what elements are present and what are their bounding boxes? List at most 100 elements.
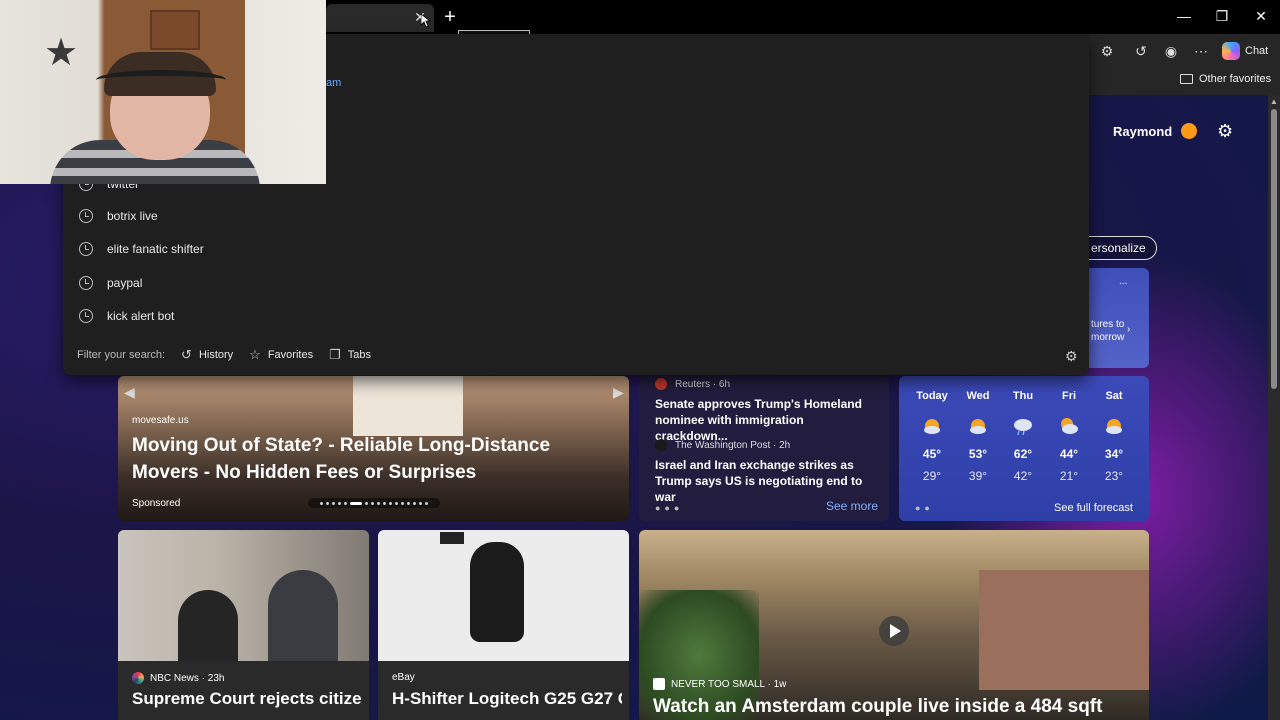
search-settings-icon[interactable]: ⚙ (1065, 348, 1078, 365)
forecast-low: 29° (922, 469, 942, 483)
wapo-logo-icon (655, 439, 667, 451)
forecast-low: 42° (1013, 469, 1033, 483)
news-source: Reuters · 6h (675, 378, 731, 390)
court-image (118, 530, 369, 661)
sun-cloud-icon (1061, 418, 1078, 434)
suggestion-item[interactable]: kick alert bot (79, 306, 174, 326)
page-settings-icon[interactable]: ⚙ (1217, 121, 1233, 142)
star-icon: ☆ (249, 347, 261, 362)
news-pager-dots[interactable]: ●●● (655, 503, 683, 513)
news-item[interactable]: Reuters · 6h Senate approves Trump's Hom… (655, 378, 877, 444)
profile-icon[interactable]: ◉ (1161, 41, 1181, 61)
history-icon[interactable]: ↺ (1131, 41, 1151, 61)
see-full-forecast-link[interactable]: See full forecast (1054, 502, 1133, 514)
forecast-day: Fri (1061, 390, 1077, 402)
carousel-next-icon[interactable]: ▶ (613, 384, 624, 401)
side-card-text: tures to morrow (1091, 319, 1125, 343)
hero-title[interactable]: Moving Out of State? - Reliable Long-Dis… (132, 432, 602, 486)
ntsm-logo-icon (653, 678, 665, 690)
news-card-court[interactable]: NBC News · 23h Supreme Court rejects cit… (118, 530, 369, 720)
filter-tabs-label: Tabs (347, 349, 371, 361)
copilot-icon (1222, 42, 1240, 60)
news-source: The Washington Post · 2h (675, 439, 791, 451)
extensions-icon[interactable]: ⚙ (1097, 41, 1117, 61)
see-more-link[interactable]: See more (826, 499, 878, 513)
news-item[interactable]: The Washington Post · 2h Israel and Iran… (655, 439, 877, 505)
suggestion-item[interactable]: paypal (79, 273, 142, 293)
other-favorites-button[interactable]: Other favorites (1180, 73, 1271, 85)
suggestion-label: paypal (107, 276, 143, 290)
profile-area[interactable]: Raymond (1113, 123, 1198, 139)
sponsored-label: Sponsored (132, 498, 181, 509)
suggestion-item[interactable]: elite fanatic shifter (79, 239, 204, 259)
page-scrollbar[interactable]: ▲ (1268, 95, 1280, 720)
forecast-day: Today (916, 390, 948, 402)
sponsored-hero-card[interactable]: ◀ ▶ movesafe.us Moving Out of State? - R… (118, 376, 629, 521)
tabs-icon: ❐ (329, 347, 341, 362)
card-title[interactable]: Supreme Court rejects citizen journalist… (132, 688, 362, 710)
filter-history-label: History (198, 349, 234, 361)
partly-sunny-icon (970, 419, 986, 434)
side-info-card[interactable]: ... tures to morrow › (1089, 268, 1149, 368)
rewards-orb-icon[interactable] (1181, 123, 1198, 139)
video-card-amsterdam[interactable]: NEVER TOO SMALL · 1w Watch an Amsterdam … (639, 530, 1149, 720)
chat-label: Chat (1245, 45, 1269, 57)
card-title[interactable]: Watch an Amsterdam couple live inside a … (653, 696, 1133, 718)
chevron-right-icon[interactable]: › (1127, 324, 1130, 335)
minimize-button[interactable]: — (1172, 6, 1196, 26)
suggestion-label: kick alert bot (107, 309, 175, 323)
card-source: NBC News · 23h (150, 672, 225, 684)
suggestion-item[interactable]: botrix live (79, 206, 158, 226)
maximize-button[interactable]: ❐ (1210, 6, 1234, 26)
webcam-overlay: ★ (0, 0, 326, 184)
folder-icon (1180, 74, 1193, 84)
play-icon[interactable] (879, 616, 909, 646)
nbc-logo-icon (132, 672, 144, 684)
weather-pager-dots[interactable]: ●● (915, 503, 934, 513)
forecast-low: 39° (968, 469, 988, 483)
history-icon (79, 242, 93, 256)
weather-forecast-card[interactable]: Today Wed Thu Fri Sat 45° 53° 62° 44° 34… (899, 376, 1149, 521)
forecast-high: 45° (922, 447, 942, 461)
forecast-high: 62° (1013, 447, 1033, 461)
close-window-button[interactable]: ✕ (1249, 6, 1273, 26)
news-title[interactable]: Senate approves Trump's Homeland nominee… (655, 396, 877, 444)
mouse-cursor-icon (421, 14, 431, 28)
forecast-high: 53° (968, 447, 988, 461)
carousel-dots[interactable] (308, 498, 440, 508)
forecast-high: 34° (1104, 447, 1124, 461)
hero-source: movesafe.us (132, 415, 189, 426)
shifter-image (378, 530, 629, 661)
filter-history-button[interactable]: ↺ History (181, 347, 233, 363)
search-filter-row: Filter your search: ↺ History ☆ Favorites … (77, 347, 371, 363)
more-icon[interactable]: ⋯ (1191, 41, 1211, 61)
history-icon (79, 309, 93, 323)
history-icon (79, 276, 93, 290)
new-tab-button[interactable]: + (440, 7, 460, 27)
other-favorites-label: Other favorites (1199, 73, 1272, 85)
filter-tabs-button[interactable]: ❐ Tabs (329, 347, 371, 363)
scroll-up-icon[interactable]: ▲ (1270, 97, 1278, 106)
filter-favorites-button[interactable]: ☆ Favorites (249, 347, 313, 363)
scrollbar-thumb[interactable] (1271, 109, 1277, 389)
card-source: NEVER TOO SMALL · 1w (671, 678, 787, 690)
partial-suggestion-text[interactable]: am (326, 77, 341, 89)
partly-sunny-icon (924, 419, 940, 434)
shopping-card-ebay[interactable]: eBay H-Shifter Logitech G25 G27 G29 Fana… (378, 530, 629, 720)
forecast-low: 21° (1059, 469, 1079, 483)
top-stories-card: Reuters · 6h Senate approves Trump's Hom… (639, 376, 889, 521)
carousel-prev-icon[interactable]: ◀ (124, 384, 135, 401)
forecast-day: Wed (966, 390, 990, 402)
news-title[interactable]: Israel and Iran exchange strikes as Trum… (655, 457, 877, 505)
rain-cloud-icon (1014, 419, 1032, 436)
forecast-high: 44° (1059, 447, 1079, 461)
card-title[interactable]: H-Shifter Logitech G25 G27 G29 Fanatec T… (392, 688, 622, 710)
star-decoration-icon: ★ (44, 32, 79, 74)
reuters-logo-icon (655, 378, 667, 390)
hero-image (353, 376, 463, 436)
card-more-icon[interactable]: ... (1119, 276, 1127, 287)
suggestion-label: botrix live (107, 209, 158, 223)
filter-label: Filter your search: (77, 349, 166, 361)
copilot-chat-button[interactable]: Chat (1222, 40, 1268, 62)
partly-sunny-icon (1106, 419, 1122, 434)
